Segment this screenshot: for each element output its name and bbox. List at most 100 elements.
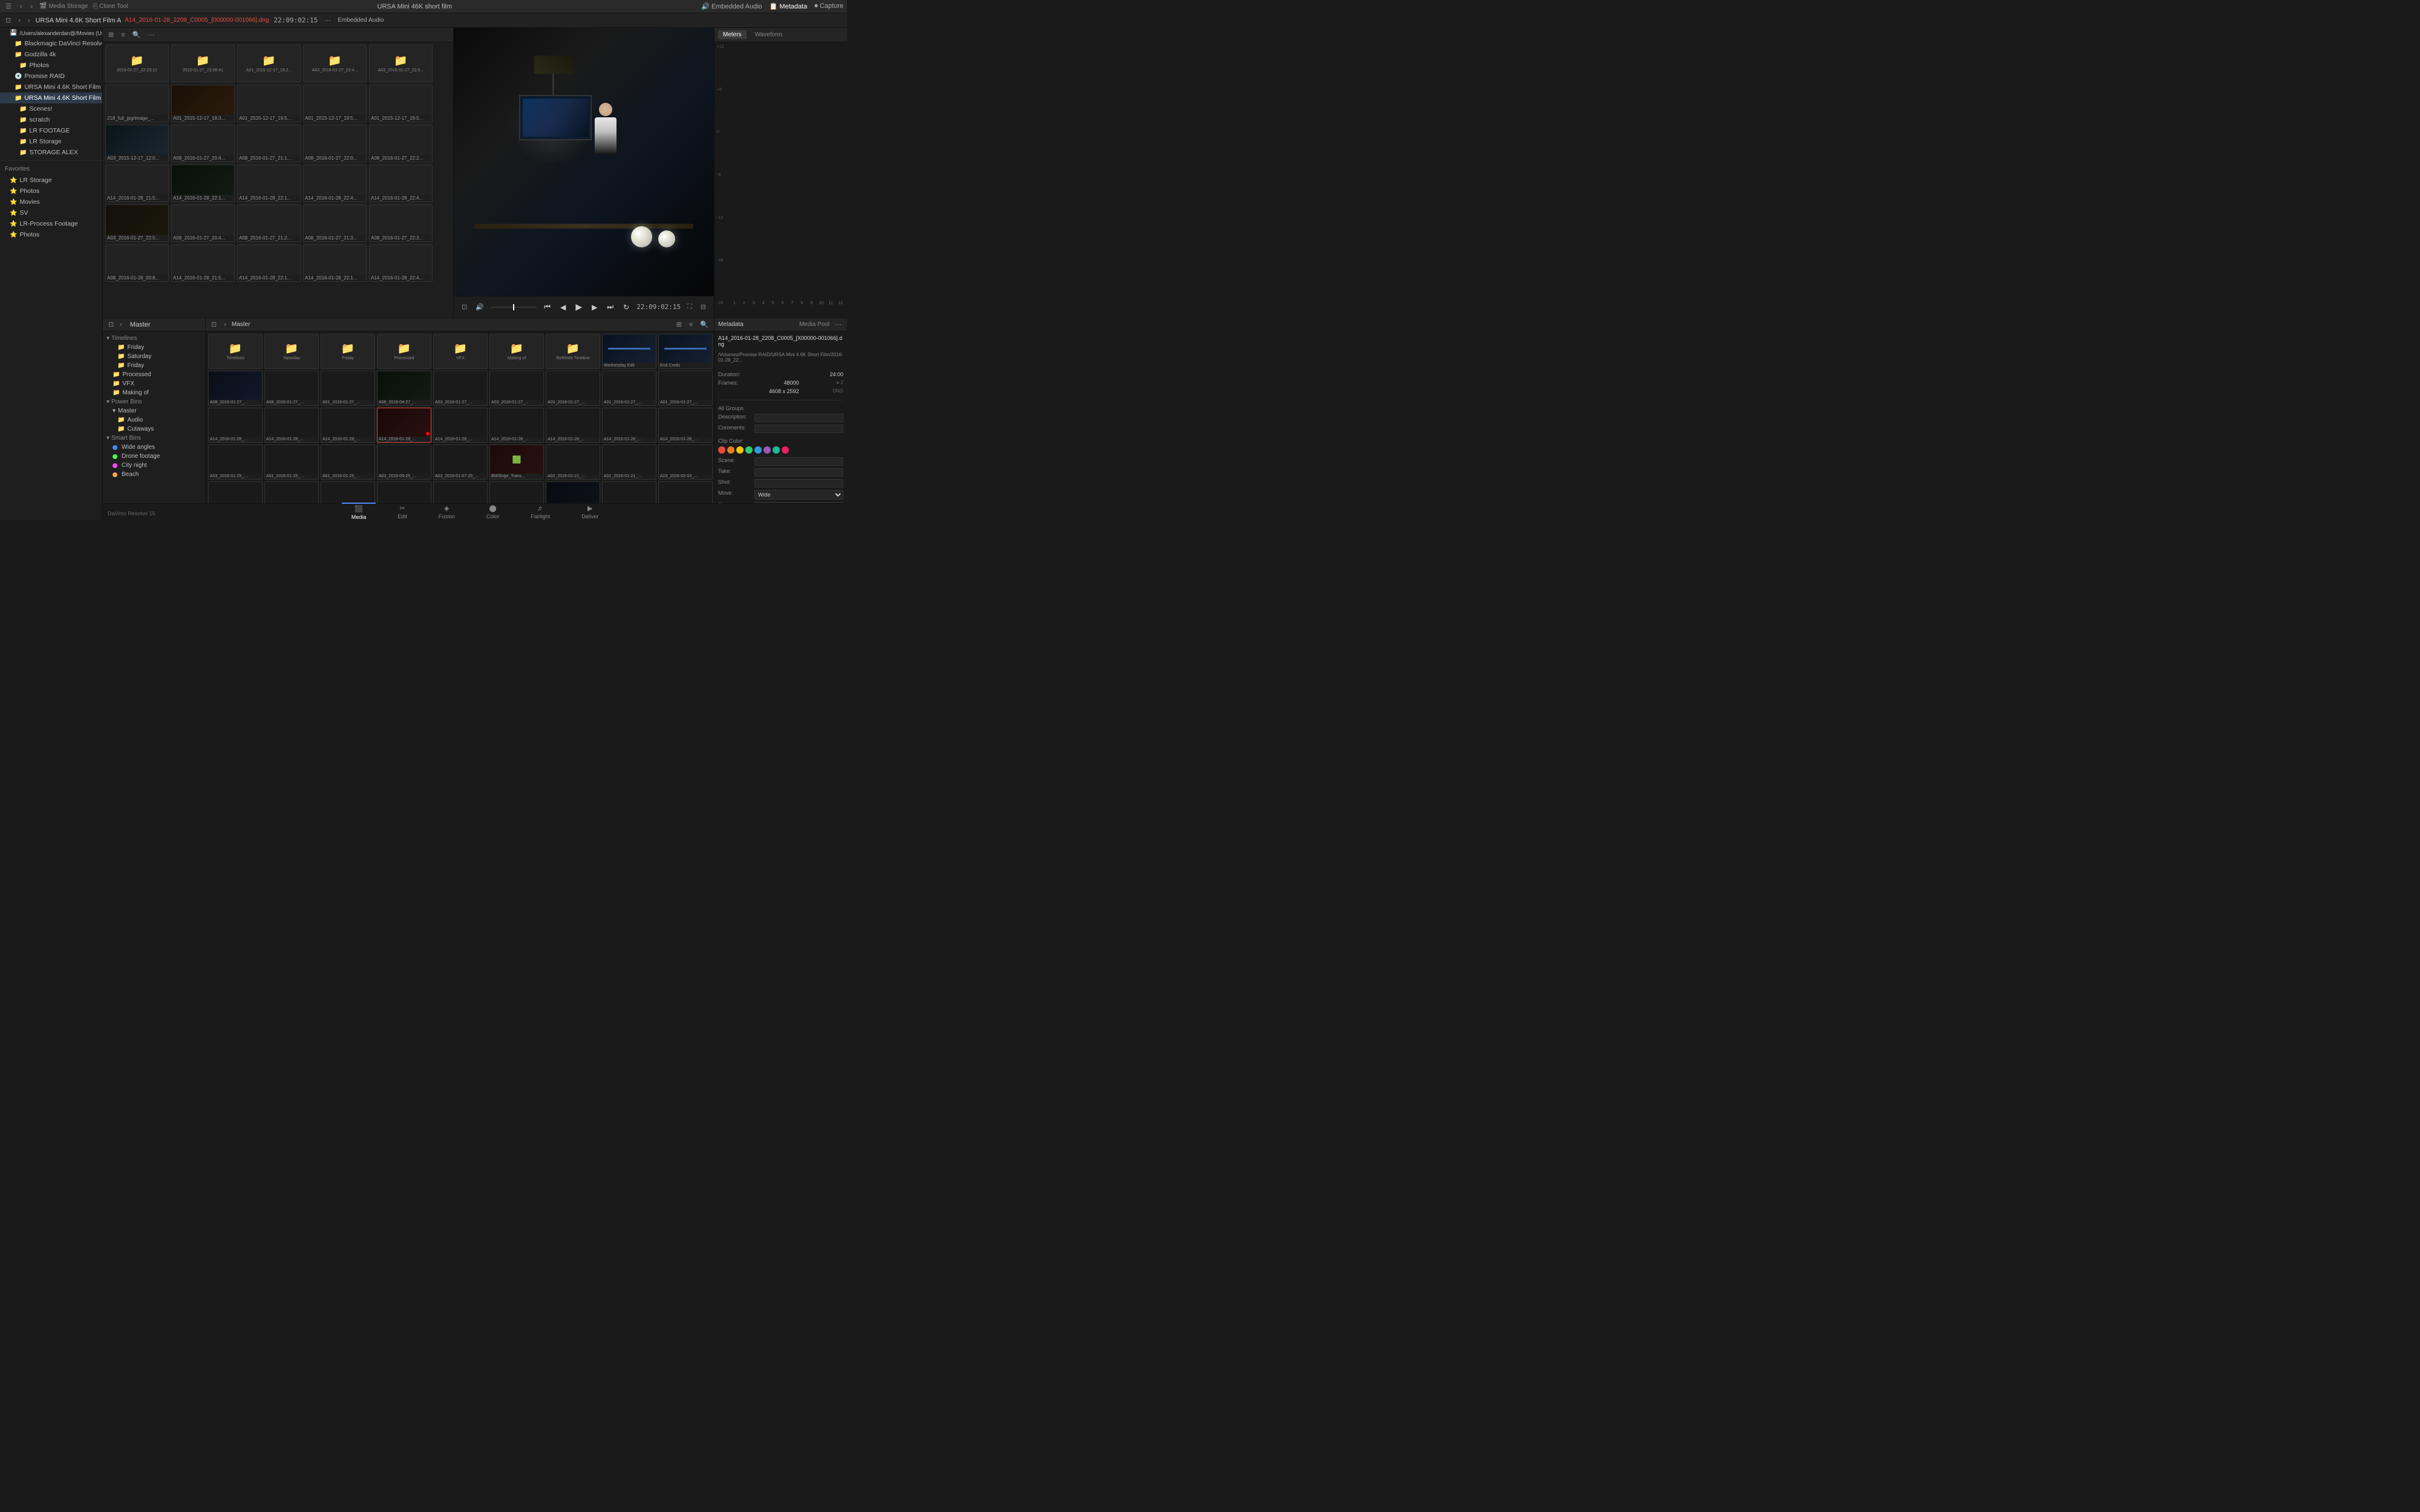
- media-thumb-r2c3[interactable]: A01_2015-12-17_19:5...: [237, 85, 301, 122]
- pool-r5c7[interactable]: A15_2016-02-04-05_...: [546, 481, 600, 503]
- media-thumb-r6c4[interactable]: A14_2016-01-28_22:1...: [303, 244, 367, 282]
- tab-fairlight[interactable]: ♬ Fairlight: [521, 504, 560, 521]
- fav-movies[interactable]: ⭐Movies: [0, 197, 102, 207]
- preview-view-btn[interactable]: ⊡: [460, 302, 469, 312]
- media-thumb-r2c1[interactable]: 218_full_jpg/image_...: [105, 85, 169, 122]
- tree-processed[interactable]: 📁 Processed: [103, 370, 205, 379]
- sidebar-item-usage[interactable]: 💾 /Users/alexanderdan@/Movies (Usage: 67…: [0, 28, 102, 38]
- sidebar-item-lrstorage[interactable]: 📁 LR Storage: [0, 136, 102, 147]
- pool-view-grid[interactable]: ⊞: [675, 319, 684, 330]
- pool-r4c1[interactable]: A03_2016-01-25_...: [208, 445, 263, 480]
- pool-r2c8[interactable]: A01_2016-01-27_...: [602, 371, 656, 406]
- media-thumb-folder3[interactable]: 📁A01_2015-12-17_18:2...: [237, 45, 301, 82]
- pool-r5c8[interactable]: A15_2016-02-04-05_...: [602, 481, 656, 503]
- pool-view-list[interactable]: ≡: [687, 320, 695, 330]
- tab-deliver[interactable]: ▶ Deliver: [572, 503, 608, 520]
- preview-audio-btn[interactable]: 🔊: [474, 302, 486, 312]
- color-pink[interactable]: [782, 446, 789, 454]
- pool-saturday[interactable]: 📁Saturday: [264, 334, 319, 369]
- sidebar-item-photos1[interactable]: 📁 Photos: [0, 60, 102, 71]
- media-thumb-r2c5[interactable]: A01_2015-12-17_19:5...: [369, 85, 433, 122]
- pool-r4c4[interactable]: A03_2016-09-25_...: [377, 445, 431, 480]
- media-thumb-r2c2[interactable]: A01_2015-12-17_18:3...: [171, 85, 235, 122]
- metadata-btn[interactable]: 📋 Metadata: [770, 2, 808, 10]
- tab-edit[interactable]: ✂ Edit: [388, 503, 417, 520]
- pool-r5c4[interactable]: A15_2016-02-04-05_...: [377, 481, 431, 503]
- pool-r3c9[interactable]: A14_2016-01-28_...: [658, 408, 713, 443]
- pool-wednesday-edit[interactable]: Wednesday Edit: [602, 334, 656, 369]
- tab-meters[interactable]: Meters: [718, 30, 747, 39]
- panel-back[interactable]: ‹: [118, 320, 124, 330]
- pool-r4c6[interactable]: 🟩 BMSlnge_Trans...: [489, 445, 544, 480]
- forward-btn[interactable]: ›: [29, 2, 35, 11]
- media-thumb-r4c4[interactable]: A14_2016-01-28_22:4...: [303, 165, 367, 202]
- move-select[interactable]: Wide: [754, 490, 843, 500]
- pool-r2c5[interactable]: A03_2016-01-27_...: [433, 371, 488, 406]
- capture-btn[interactable]: ⏺ Capture: [814, 2, 843, 10]
- media-thumb-r4c3[interactable]: A14_2016-01-28_22:1...: [237, 165, 301, 202]
- pool-r3c6[interactable]: A14_2016-01-28_...: [489, 408, 544, 443]
- media-thumb-r5c1[interactable]: A03_2016-01-27_22:5...: [105, 204, 169, 242]
- tree-audio[interactable]: 📁 Audio: [103, 415, 205, 425]
- sidebar-item-scenes[interactable]: 📁 Scenes!: [0, 103, 102, 114]
- tree-cutaways[interactable]: 📁 Cutaways: [103, 425, 205, 434]
- media-thumb-r3c1[interactable]: A03_2015-12-17_12:0...: [105, 125, 169, 162]
- media-thumb-r4c2[interactable]: A14_2016-01-28_22:1...: [171, 165, 235, 202]
- pool-r2c9[interactable]: A01_2016-01-27_...: [658, 371, 713, 406]
- tree-beach[interactable]: Beach: [103, 470, 205, 479]
- media-thumb-folder1[interactable]: 📁2016-01-27_22:23:12: [105, 45, 169, 82]
- sidebar-item-promise[interactable]: 💿 Promise RAID: [0, 71, 102, 82]
- pool-rerinda[interactable]: 📁ReRinda Timeline: [546, 334, 600, 369]
- pool-r2c4[interactable]: A08_2016-04-27_...: [377, 371, 431, 406]
- description-input[interactable]: [754, 414, 843, 422]
- comments-input[interactable]: [754, 425, 843, 433]
- tab-media[interactable]: ⬛ Media: [342, 503, 376, 520]
- pool-r4c8[interactable]: A01_2016-01-21_...: [602, 445, 656, 480]
- sidebar-item-storagealex[interactable]: 📁 STORAGE ALEX: [0, 147, 102, 158]
- view-toggle-list[interactable]: ≡: [119, 30, 126, 40]
- color-green[interactable]: [745, 446, 753, 454]
- media-thumb-r6c1[interactable]: A08_2016-01-28_00:8...: [105, 244, 169, 282]
- pool-processed[interactable]: 📁Processed: [377, 334, 431, 369]
- media-thumb-r6c2[interactable]: A14_2016-01-28_21:5...: [171, 244, 235, 282]
- pool-r2c1[interactable]: A08_2016-01-27_...: [208, 371, 263, 406]
- pool-r4c2[interactable]: A01_2016-01-25_...: [264, 445, 319, 480]
- media-thumb-r6c3[interactable]: A14_2016-01-28_22:1...: [237, 244, 301, 282]
- pool-r3c1[interactable]: A14_2016-01-28_...: [208, 408, 263, 443]
- fav-process[interactable]: ⭐LR-Process Footage: [0, 218, 102, 229]
- pool-r2c6[interactable]: A03_2016-01-27_...: [489, 371, 544, 406]
- media-thumb-r5c3[interactable]: A08_2016-01-27_21:2...: [237, 204, 301, 242]
- pool-r5c2[interactable]: A15_2016-02-03_...: [264, 481, 319, 503]
- fav-lrstorage[interactable]: ⭐LR Storage: [0, 175, 102, 186]
- pool-r3c4-selected[interactable]: A14_2016-01-28_...: [377, 408, 431, 443]
- pool-r4c7[interactable]: A03_2016-01-21_...: [546, 445, 600, 480]
- prev-fullscreen[interactable]: ⛶: [685, 302, 694, 312]
- tab-fusion[interactable]: ◈ Fusion: [429, 503, 465, 520]
- menu-icon[interactable]: ☰: [4, 1, 13, 11]
- media-thumb-r3c5[interactable]: A08_2016-01-27_22:2...: [369, 125, 433, 162]
- step-back-btn[interactable]: ◀: [558, 302, 568, 313]
- media-thumb-r2c4[interactable]: A01_2015-12-17_19:5...: [303, 85, 367, 122]
- pool-r3c7[interactable]: A14_2016-01-28_...: [546, 408, 600, 443]
- media-thumb-r5c2[interactable]: A08_2016-01-27_20:4...: [171, 204, 235, 242]
- pool-search[interactable]: 🔍: [698, 319, 710, 330]
- shot-input[interactable]: [754, 479, 843, 487]
- nav-forward[interactable]: ›: [26, 16, 32, 25]
- media-thumb-r5c5[interactable]: A08_2016-01-27_22:3...: [369, 204, 433, 242]
- panel-toggle[interactable]: ⊡: [106, 319, 116, 330]
- browser-options[interactable]: ⋯: [146, 30, 156, 40]
- media-thumb-r3c2[interactable]: A08_2016-01-27_20:4...: [171, 125, 235, 162]
- sidebar-item-lrfootage[interactable]: 📁 LR FOOTAGE: [0, 125, 102, 136]
- pool-r2c2[interactable]: A08_2016-01-27_...: [264, 371, 319, 406]
- sidebar-toggle[interactable]: ⊡: [4, 15, 13, 25]
- pool-makingof[interactable]: 📁Making of: [489, 334, 544, 369]
- pool-r4c9[interactable]: A15_2016-02-03_...: [658, 445, 713, 480]
- pool-r3c8[interactable]: A14_2016-01-28_...: [602, 408, 656, 443]
- loop-btn[interactable]: ↻: [621, 302, 632, 313]
- pool-end-creds[interactable]: End Creds: [658, 334, 713, 369]
- nav-back[interactable]: ‹: [16, 16, 22, 25]
- color-red[interactable]: [718, 446, 725, 454]
- color-blue[interactable]: [754, 446, 762, 454]
- pool-r3c3[interactable]: A14_2016-01-28_...: [321, 408, 375, 443]
- step-fwd-btn[interactable]: ▶: [589, 302, 600, 313]
